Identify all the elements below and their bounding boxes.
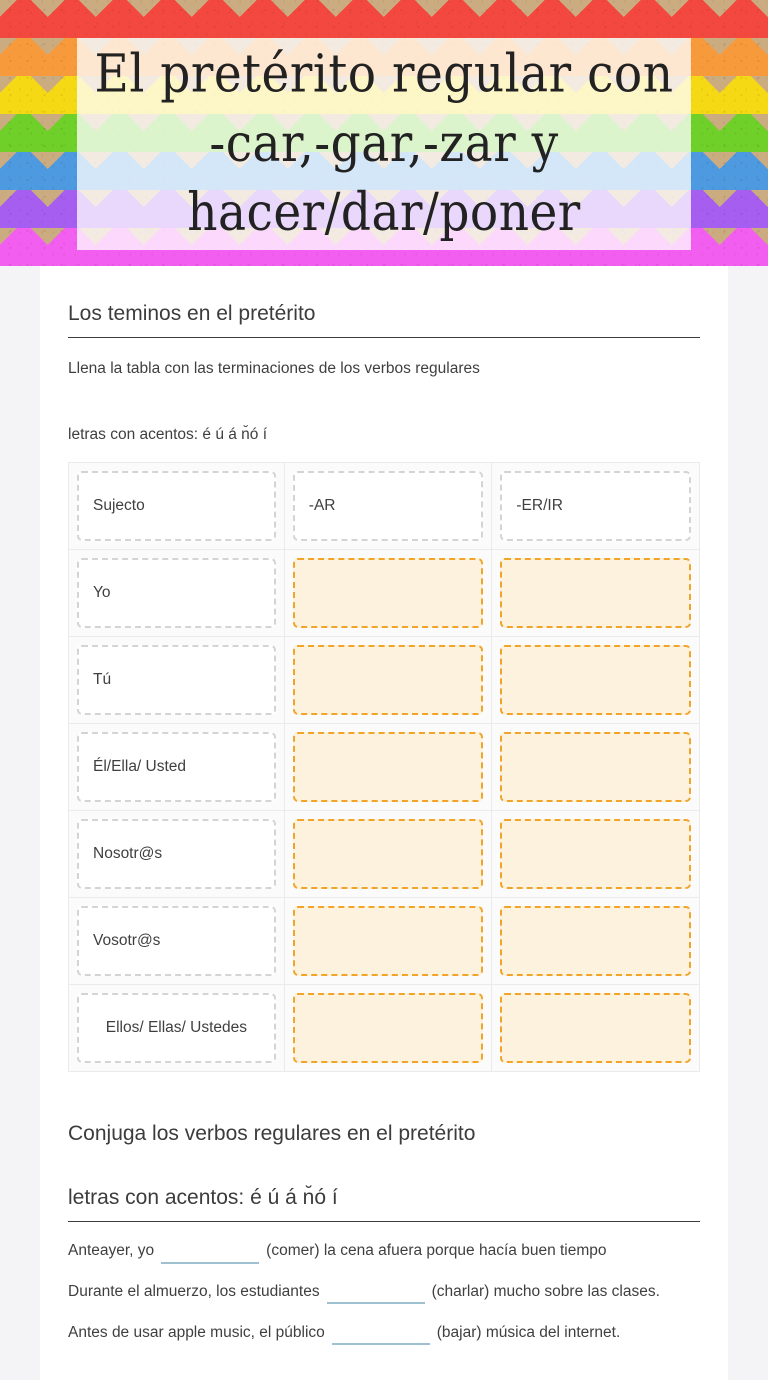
subject-cell: Yo <box>68 549 285 638</box>
answer-blank-erir[interactable] <box>500 558 691 629</box>
answer-blank-ar[interactable] <box>292 558 484 629</box>
answer-cell[interactable] <box>491 636 700 725</box>
section1-heading: Los teminos en el pretérito <box>68 302 316 325</box>
chevron-stripe <box>0 0 768 38</box>
answer-blank-erir[interactable] <box>500 645 691 716</box>
banner-title-panel: El pretérito regular con -car,-gar,-zar … <box>77 38 691 250</box>
answer-blank-erir[interactable] <box>500 819 691 890</box>
fill-in-sentence: Antes de usar apple music, el público (ba… <box>68 1320 700 1347</box>
sentence-text-after: (charlar) mucho sobre las clases. <box>431 1282 660 1300</box>
header-label: -ER/IR <box>500 471 691 542</box>
answer-blank-ar[interactable] <box>292 732 484 803</box>
preterite-endings-table: Sujecto -AR -ER/IR Yo Tú Él/Ella/ Usted Nosotr… <box>68 462 700 1073</box>
answer-blank-erir[interactable] <box>500 993 691 1064</box>
section2-divider <box>68 1221 700 1223</box>
table-row: Vosotr@s <box>68 897 700 986</box>
verb-blank-input[interactable] <box>161 1244 260 1264</box>
worksheet-card: Los teminos en el pretérito Llena la tab… <box>40 266 728 1380</box>
header-label: Sujecto <box>77 471 276 542</box>
section1-accents-label: letras con acentos: é ú á n̆ó í <box>68 426 268 444</box>
sentence-text-after: (comer) la cena afuera porque hacía buen… <box>266 1242 607 1260</box>
table-row: Ellos/ Ellas/ Ustedes <box>68 984 700 1073</box>
section2-heading: Conjuga los verbos regulares en el preté… <box>68 1122 476 1146</box>
answer-cell[interactable] <box>491 984 700 1073</box>
answer-cell[interactable] <box>283 810 493 899</box>
table-row: Yo <box>68 549 700 638</box>
page-banner: El pretérito regular con -car,-gar,-zar … <box>0 0 768 266</box>
subject-label: Vosotr@s <box>77 906 276 977</box>
answer-cell[interactable] <box>283 897 493 986</box>
answer-cell[interactable] <box>283 723 493 812</box>
subject-label: Él/Ella/ Usted <box>77 732 276 803</box>
subject-cell: Vosotr@s <box>68 897 285 986</box>
answer-cell[interactable] <box>491 897 700 986</box>
answer-blank-ar[interactable] <box>292 819 484 890</box>
answer-cell[interactable] <box>283 549 493 638</box>
table-header-cell: Sujecto <box>68 462 285 551</box>
answer-blank-ar[interactable] <box>292 645 484 716</box>
subject-cell: Tú <box>68 636 285 725</box>
sentence-text-after: (bajar) música del internet. <box>436 1323 621 1341</box>
section1-divider <box>68 337 700 338</box>
subject-cell: Él/Ella/ Usted <box>68 723 285 812</box>
fill-in-sentence: Durante el almuerzo, los estudiantes (cha… <box>68 1279 700 1306</box>
sentence-text-before: Durante el almuerzo, los estudiantes <box>68 1282 320 1300</box>
subject-cell: Ellos/ Ellas/ Ustedes <box>68 984 285 1073</box>
answer-blank-erir[interactable] <box>500 732 691 803</box>
subject-label: Tú <box>77 645 276 716</box>
answer-blank-ar[interactable] <box>292 906 484 977</box>
answer-cell[interactable] <box>283 984 493 1073</box>
section-terminos: Los teminos en el pretérito Llena la tab… <box>68 302 700 1073</box>
sentence-text-before: Antes de usar apple music, el público <box>68 1323 325 1341</box>
table-header-cell: -AR <box>283 462 493 551</box>
table-row: Nosotr@s <box>68 810 700 899</box>
subject-label: Yo <box>77 558 276 629</box>
answer-cell[interactable] <box>491 549 700 638</box>
answer-cell[interactable] <box>283 636 493 725</box>
answer-cell[interactable] <box>491 723 700 812</box>
section1-instruction: Llena la tabla con las terminaciones de … <box>68 360 480 377</box>
verb-blank-input[interactable] <box>326 1285 425 1305</box>
answer-cell[interactable] <box>491 810 700 899</box>
answer-blank-erir[interactable] <box>500 906 691 977</box>
subject-label: Ellos/ Ellas/ Ustedes <box>77 993 276 1064</box>
section-conjuga: Conjuga los verbos regulares en el preté… <box>68 1122 700 1346</box>
sentence-text-before: Anteayer, yo <box>68 1242 155 1260</box>
fill-in-sentence-list: Anteayer, yo (comer) la cena afuera porqu… <box>68 1238 700 1346</box>
subject-cell: Nosotr@s <box>68 810 285 899</box>
verb-blank-input[interactable] <box>331 1326 430 1346</box>
subject-label: Nosotr@s <box>77 819 276 890</box>
fill-in-sentence: Anteayer, yo (comer) la cena afuera porqu… <box>68 1238 700 1265</box>
header-label: -AR <box>292 471 484 542</box>
section2-accents-label: letras con acentos: é ú á n̆ó í <box>68 1186 338 1210</box>
table-header-cell: -ER/IR <box>491 462 700 551</box>
table-row: Tú <box>68 636 700 725</box>
answer-blank-ar[interactable] <box>292 993 484 1064</box>
table-header-row: Sujecto -AR -ER/IR <box>68 462 700 551</box>
table-row: Él/Ella/ Usted <box>68 723 700 812</box>
page-title: El pretérito regular con -car,-gar,-zar … <box>94 43 674 244</box>
